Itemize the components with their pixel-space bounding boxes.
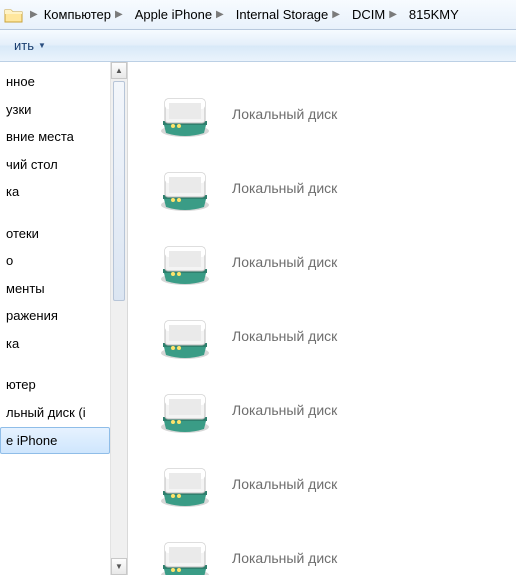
chevron-down-icon: ▼ (38, 41, 46, 50)
file-item[interactable]: Локальный диск (158, 526, 516, 575)
file-item[interactable]: Локальный диск (158, 82, 516, 146)
sidebar-item[interactable]: e iPhone (0, 427, 110, 455)
file-label: Локальный диск (232, 550, 337, 566)
scroll-up-icon[interactable]: ▲ (111, 62, 127, 79)
chevron-right-icon: ▶ (111, 9, 125, 20)
breadcrumb-item[interactable]: 815KMY (405, 0, 465, 29)
folder-icon (4, 5, 24, 25)
local-disk-icon (158, 311, 212, 361)
breadcrumb-label: 815KMY (409, 7, 459, 22)
address-bar: ▶ Компьютер ▶ Apple iPhone ▶ Internal St… (0, 0, 516, 30)
file-item[interactable]: Локальный диск (158, 378, 516, 442)
navigation-pane: нноеузкивние местачий столкаотекиоментыр… (0, 62, 128, 575)
file-label: Локальный диск (232, 328, 337, 344)
local-disk-icon (158, 89, 212, 139)
file-item[interactable]: Локальный диск (158, 230, 516, 294)
sidebar-item[interactable]: ражения (0, 302, 110, 330)
breadcrumb-label: DCIM (352, 7, 385, 22)
file-label: Локальный диск (232, 476, 337, 492)
sidebar-item[interactable]: ютер (0, 371, 110, 399)
breadcrumb-label: Компьютер (44, 7, 111, 22)
file-label: Локальный диск (232, 106, 337, 122)
scroll-thumb[interactable] (113, 81, 125, 301)
file-label: Локальный диск (232, 254, 337, 270)
scroll-down-icon[interactable]: ▼ (111, 558, 127, 575)
sidebar-item[interactable]: менты (0, 275, 110, 303)
organize-label: ить (14, 38, 34, 53)
local-disk-icon (158, 459, 212, 509)
file-item[interactable]: Локальный диск (158, 156, 516, 220)
organize-button[interactable]: ить ▼ (8, 34, 52, 58)
sidebar-item[interactable]: чий стол (0, 151, 110, 179)
file-item[interactable]: Локальный диск (158, 304, 516, 368)
breadcrumb-item[interactable]: DCIM ▶ (348, 0, 405, 29)
sidebar-item[interactable]: льный диск (і (0, 399, 110, 427)
breadcrumb-item[interactable]: Компьютер ▶ (40, 0, 131, 29)
breadcrumb-label: Apple iPhone (135, 7, 212, 22)
scroll-track[interactable] (111, 79, 127, 558)
file-label: Локальный диск (232, 402, 337, 418)
chevron-right-icon: ▶ (212, 9, 226, 20)
file-item[interactable]: Локальный диск (158, 452, 516, 516)
toolbar: ить ▼ (0, 30, 516, 62)
breadcrumb-item[interactable]: Internal Storage ▶ (232, 0, 348, 29)
sidebar-scrollbar[interactable]: ▲ ▼ (110, 62, 127, 575)
sidebar-item[interactable]: ка (0, 330, 110, 358)
sidebar-item[interactable]: узки (0, 96, 110, 124)
chevron-right-icon: ▶ (26, 9, 40, 20)
local-disk-icon (158, 237, 212, 287)
sidebar-item[interactable]: вние места (0, 123, 110, 151)
sidebar-item[interactable]: нное (0, 68, 110, 96)
local-disk-icon (158, 533, 212, 575)
file-list: Локальный диск Локальный диск Локальный ди… (128, 62, 516, 575)
local-disk-icon (158, 163, 212, 213)
sidebar-item[interactable]: ка (0, 178, 110, 206)
chevron-right-icon: ▶ (328, 9, 342, 20)
sidebar-item[interactable]: отеки (0, 220, 110, 248)
file-label: Локальный диск (232, 180, 337, 196)
breadcrumb-label: Internal Storage (236, 7, 329, 22)
chevron-right-icon: ▶ (385, 9, 399, 20)
sidebar-item[interactable]: о (0, 247, 110, 275)
local-disk-icon (158, 385, 212, 435)
breadcrumb-item[interactable]: Apple iPhone ▶ (131, 0, 232, 29)
